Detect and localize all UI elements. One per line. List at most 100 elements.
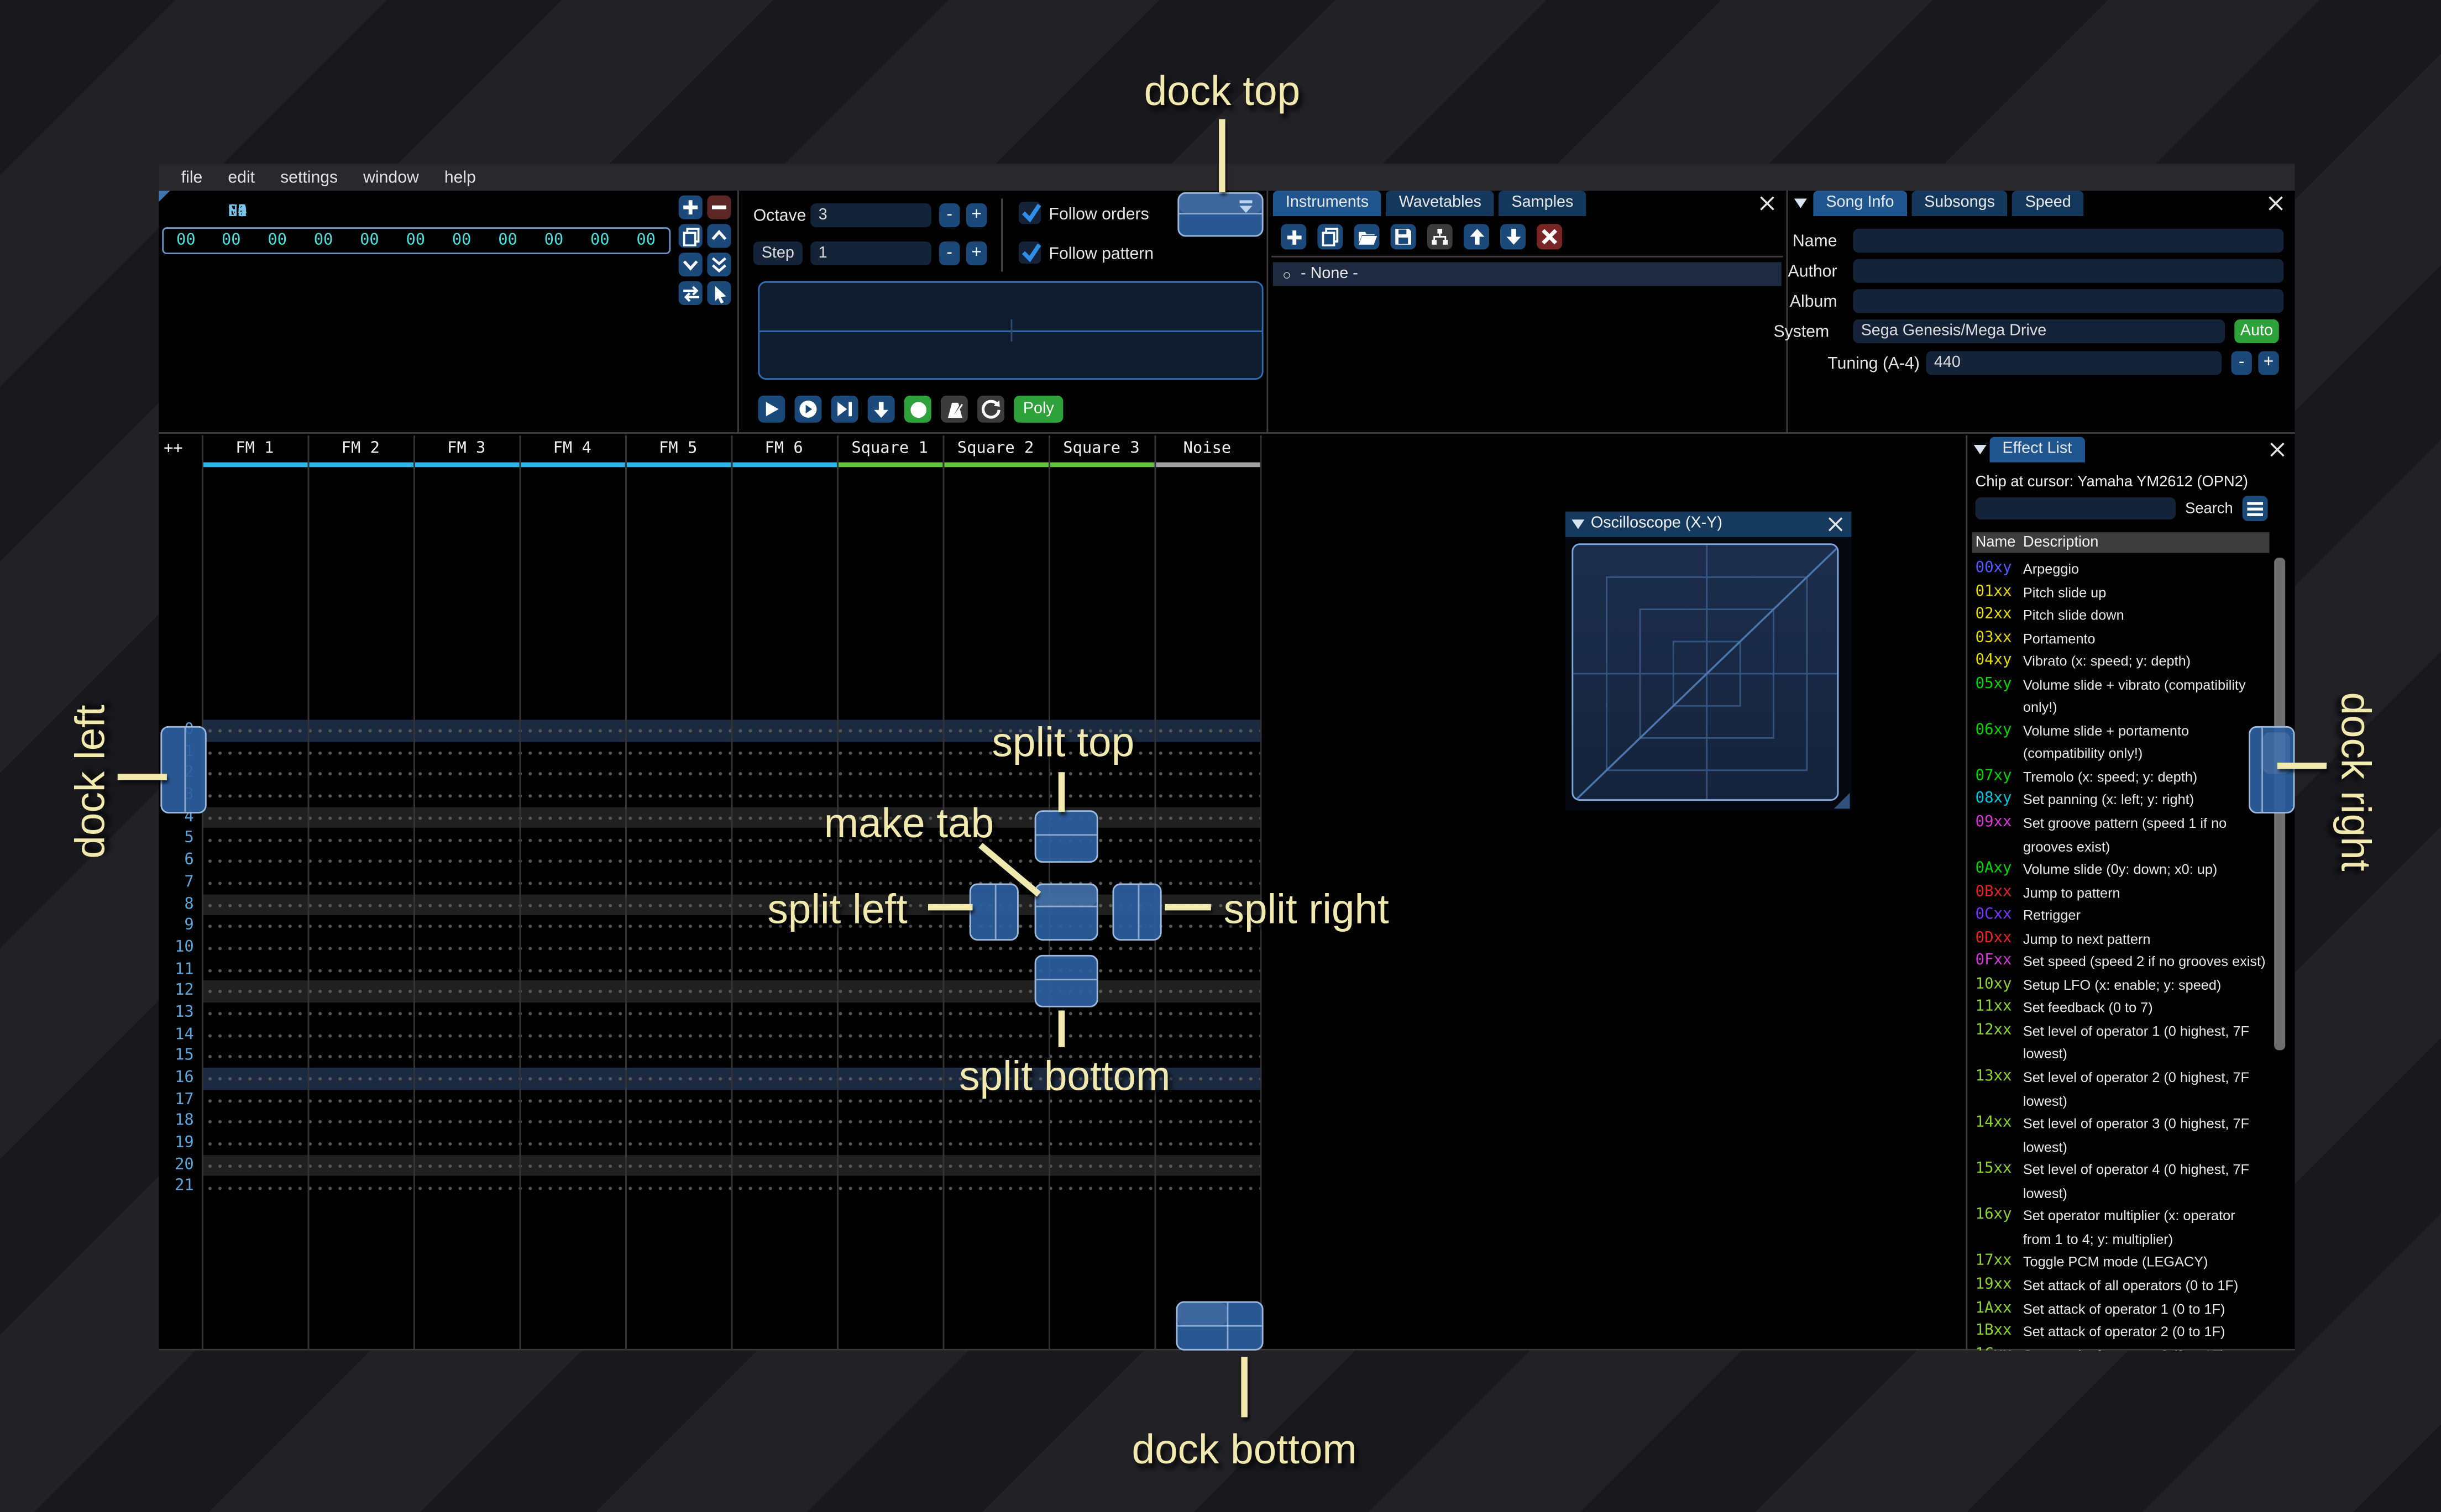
octave-decrement-button[interactable]: - [939,203,960,228]
channel-header[interactable]: FM 1 [202,440,308,468]
effect-row[interactable]: 07xy Tremolo (x: speed; y: depth) [1976,766,2271,789]
channel-header[interactable]: Square 3 [1048,440,1155,468]
play-button[interactable] [758,395,785,423]
menu-item[interactable]: window [350,167,432,187]
pattern-corner-button[interactable]: ++ [164,440,183,458]
effect-row[interactable]: 1Cxx Set attack of operator 3 (0 to 1F) [1976,1343,2271,1351]
effect-list-menu-button[interactable] [2242,496,2268,521]
effect-row[interactable]: 01xx Pitch slide up [1976,581,2271,604]
instrument-list-item[interactable]: ○ - None - [1272,262,1782,286]
pattern-row-cells[interactable] [202,1111,1260,1133]
order-cell[interactable]: 00 [208,232,254,250]
repeat-pattern-button[interactable] [977,395,1004,423]
instrument-save-button[interactable] [1390,224,1416,250]
channel-volume-bar[interactable] [519,462,625,468]
effect-row[interactable]: 06xy Volume slide + portamento (compatib… [1976,720,2271,766]
panel-separator[interactable] [1266,191,1269,432]
effect-row[interactable]: 13xx Set level of operator 2 (0 highest,… [1976,1066,2271,1112]
effect-table-header[interactable]: Name Description [1972,532,2270,553]
instrument-move-down-button[interactable] [1500,224,1526,250]
description-column-header[interactable]: Description [2023,532,2099,553]
pattern-row[interactable]: 20 [159,1154,1260,1177]
panel-separator[interactable] [1966,435,1968,1351]
channel-header[interactable]: FM 2 [307,440,414,468]
effect-row[interactable]: 0Axy Volume slide (0y: down; x0: up) [1976,858,2271,881]
instrument-tab[interactable]: Samples [1499,191,1586,216]
dock-target-top[interactable] [1177,192,1264,237]
octave-increment-button[interactable]: + [966,203,987,228]
channel-header[interactable]: FM 6 [731,440,837,468]
split-target-bottom[interactable] [1034,954,1098,1007]
pattern-row-cells[interactable] [202,806,1260,829]
channel-volume-bar[interactable] [942,462,1049,468]
collapse-icon[interactable] [1794,198,1807,208]
effect-row[interactable]: 0Fxx Set speed (speed 2 if no grooves ex… [1976,951,2271,974]
octave-input[interactable]: 3 [810,203,931,228]
pattern-row[interactable]: 10 [159,937,1260,959]
effect-row[interactable]: 0Bxx Jump to pattern [1976,881,2271,905]
instruments-close-icon[interactable] [1758,194,1777,213]
order-duplicate-end-button[interactable] [707,253,731,277]
metronome-button[interactable] [941,395,968,423]
pattern-row-cells[interactable] [202,872,1260,894]
follow-pattern-checkbox[interactable] [1018,242,1041,264]
effect-row[interactable]: 0Cxx Retrigger [1976,904,2271,927]
oscilloscope-close-icon[interactable] [1826,515,1845,534]
input-pad[interactable] [758,281,1264,380]
instrument-tab[interactable]: Wavetables [1386,191,1494,216]
song-info-tab[interactable]: Song Info [1813,191,1907,216]
channel-header[interactable]: Square 2 [942,440,1049,468]
effect-row[interactable]: 02xx Pitch slide down [1976,604,2271,627]
effect-row[interactable]: 04xy Vibrato (x: speed; y: depth) [1976,650,2271,673]
instrument-move-up-button[interactable] [1463,224,1489,250]
effect-row[interactable]: 0Dxx Jump to next pattern [1976,927,2271,951]
pattern-row-cells[interactable] [202,850,1260,872]
resize-grip[interactable] [1834,792,1850,809]
pattern-row[interactable]: 13 [159,1002,1260,1025]
effect-row[interactable]: 17xx Toggle PCM mode (LEGACY) [1976,1251,2271,1274]
pattern-row-cells[interactable] [202,894,1260,916]
channel-header[interactable]: FM 5 [625,440,731,468]
order-cell[interactable]: 00 [577,232,623,250]
song-info-tab[interactable]: Subsongs [1911,191,2008,216]
effect-row[interactable]: 00xy Arpeggio [1976,558,2271,581]
channel-volume-bar[interactable] [625,462,731,468]
play-once-button[interactable] [831,395,858,423]
order-cell[interactable]: 00 [623,232,669,250]
order-edit-pointer-button[interactable] [707,281,731,305]
song-field-input[interactable] [1853,289,2284,313]
pattern-row-cells[interactable] [202,828,1260,851]
tuning-increment-button[interactable]: + [2258,351,2279,375]
order-remove-button[interactable] [707,195,731,219]
pattern-row-cells[interactable] [202,1176,1260,1199]
record-button[interactable] [904,395,931,423]
channel-header[interactable]: FM 4 [519,440,625,468]
effect-row[interactable]: 12xx Set level of operator 1 (0 highest,… [1976,1020,2271,1067]
effect-row[interactable]: 03xx Portamento [1976,627,2271,650]
order-column-header[interactable]: N0 [214,203,260,221]
pattern-row[interactable]: 18 [159,1111,1260,1133]
channel-volume-bar[interactable] [1154,462,1260,468]
effect-row[interactable]: 11xx Set feedback (0 to 7) [1976,997,2271,1020]
effect-search-input[interactable] [1975,497,2176,520]
song-field-input[interactable] [1853,229,2284,253]
effect-list-tab[interactable]: Effect List [1989,437,2085,463]
instrument-duplicate-button[interactable] [1317,224,1343,250]
dock-target-bottom[interactable] [1176,1301,1264,1351]
instrument-add-button[interactable] [1281,224,1307,250]
effect-row[interactable]: 09xx Set groove pattern (speed 1 if no g… [1976,812,2271,858]
step-decrement-button[interactable]: - [939,242,960,266]
split-target-top[interactable] [1034,810,1098,863]
instrument-tab[interactable]: Instruments [1272,191,1382,216]
menu-item[interactable]: file [169,167,216,187]
channel-header[interactable]: Square 1 [836,440,943,468]
instrument-delete-button[interactable] [1537,224,1563,250]
pattern-row[interactable]: 21 [159,1176,1260,1199]
effect-row[interactable]: 19xx Set attack of all operators (0 to 1… [1976,1274,2271,1298]
name-column-header[interactable]: Name [1972,532,2023,553]
collapse-icon[interactable] [1973,445,1987,455]
pattern-row-cells[interactable] [202,1133,1260,1155]
channel-volume-bar[interactable] [307,462,414,468]
step-label[interactable]: Step [753,242,803,266]
song-info-close-icon[interactable] [2266,194,2286,213]
